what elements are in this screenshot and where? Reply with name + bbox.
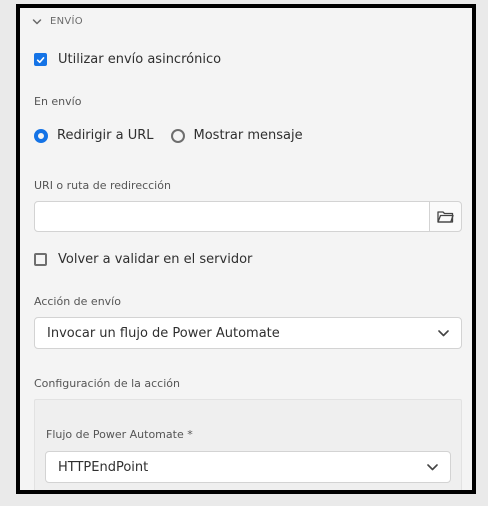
action-config-panel: Flujo de Power Automate * HTTPEndPoint	[34, 399, 462, 490]
async-submit-label: Utilizar envío asincrónico	[58, 52, 222, 67]
browse-folder-button[interactable]	[429, 201, 462, 232]
submit-action-label: Acción de envío	[34, 295, 121, 308]
redirect-url-radio[interactable]	[34, 128, 48, 143]
submit-action-value: Invocar un flujo de Power Automate	[47, 325, 280, 341]
async-submit-row[interactable]: Utilizar envío asincrónico	[34, 52, 221, 67]
redirect-uri-input[interactable]	[34, 201, 430, 232]
properties-panel: ENVÍO Utilizar envío asincrónico En enví…	[16, 4, 476, 494]
section-header-envio[interactable]: ENVÍO	[32, 16, 83, 27]
power-automate-flow-value: HTTPEndPoint	[58, 459, 149, 475]
show-message-radio[interactable]	[170, 128, 185, 143]
chevron-down-icon	[427, 463, 438, 470]
redirect-uri-label: URI o ruta de redirección	[34, 179, 171, 192]
checkmark-icon	[36, 56, 45, 63]
on-submit-radio-group: Redirigir a URL Mostrar mensaje	[34, 128, 303, 143]
section-title: ENVÍO	[50, 16, 83, 27]
revalidate-row[interactable]: Volver a validar en el servidor	[34, 252, 252, 267]
folder-icon	[437, 211, 454, 223]
action-config-label: Configuración de la acción	[34, 377, 180, 390]
on-submit-label: En envío	[34, 95, 82, 108]
show-message-label: Mostrar mensaje	[193, 128, 303, 143]
submit-action-dropdown[interactable]: Invocar un flujo de Power Automate	[34, 317, 462, 349]
revalidate-checkbox[interactable]	[34, 253, 47, 266]
chevron-down-icon	[438, 329, 449, 336]
async-submit-checkbox[interactable]	[34, 53, 47, 66]
redirect-url-label: Redirigir a URL	[57, 128, 154, 143]
revalidate-label: Volver a validar en el servidor	[58, 252, 253, 267]
chevron-down-icon	[32, 18, 42, 24]
power-automate-flow-dropdown[interactable]: HTTPEndPoint	[45, 451, 451, 483]
power-automate-flow-label: Flujo de Power Automate *	[46, 428, 193, 441]
